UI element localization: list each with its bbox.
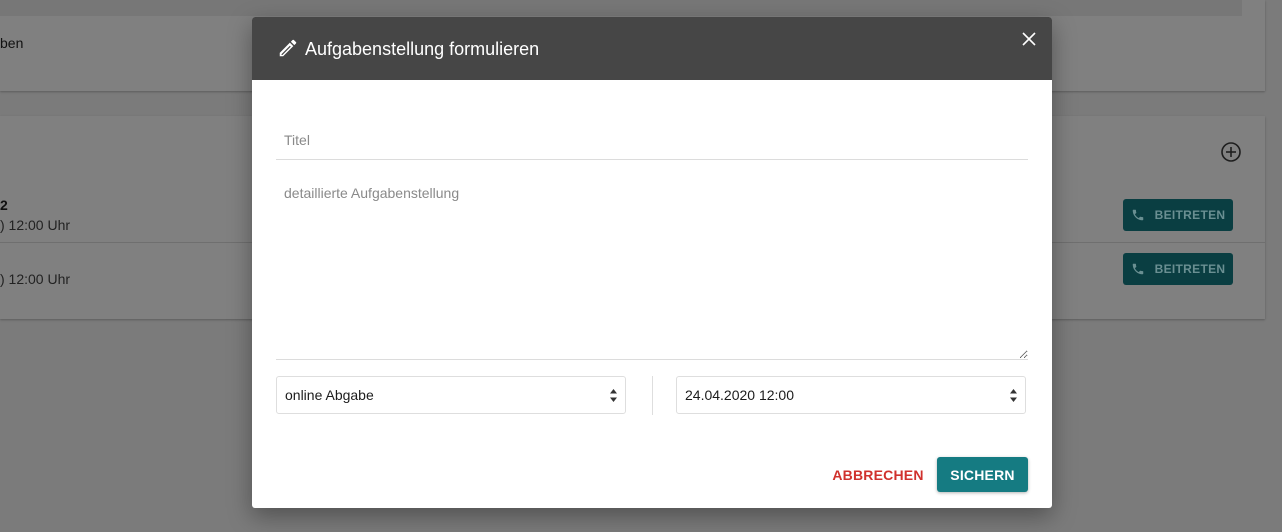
cancel-button[interactable]: ABBRECHEN: [830, 457, 926, 492]
description-textarea[interactable]: [276, 177, 1028, 359]
close-icon[interactable]: [1019, 29, 1039, 49]
dialog-title: Aufgabenstellung formulieren: [305, 39, 540, 59]
background-session-title: 2: [0, 197, 8, 213]
due-date-value: 24.04.2020 12:00: [685, 387, 794, 403]
background-session-time: ) 12:00 Uhr: [0, 217, 71, 233]
pencil-icon: [279, 39, 297, 57]
join-button[interactable]: BEITRETEN: [1123, 253, 1233, 285]
join-button[interactable]: BEITRETEN: [1123, 199, 1233, 231]
background-session-time: ) 12:00 Uhr: [0, 271, 71, 287]
title-input[interactable]: [276, 120, 1028, 159]
select-arrows-icon: [610, 389, 617, 402]
select-arrows-icon: [1010, 389, 1017, 402]
add-circle-icon[interactable]: [1220, 141, 1242, 163]
task-dialog: Aufgabenstellung formulieren online Abga…: [252, 17, 1052, 508]
submission-type-select[interactable]: online Abgabe: [276, 376, 626, 414]
phone-icon: [1132, 263, 1143, 275]
phone-icon: [1132, 209, 1143, 221]
due-date-select[interactable]: 24.04.2020 12:00: [676, 376, 1026, 414]
description-field-wrapper: [276, 177, 1028, 360]
save-button[interactable]: SICHERN: [937, 457, 1028, 492]
join-button-label: BEITRETEN: [1154, 208, 1226, 222]
background-strip: [0, 0, 1242, 16]
submission-type-value: online Abgabe: [285, 387, 374, 403]
background-text: ben: [0, 35, 24, 51]
join-button-label: BEITRETEN: [1154, 262, 1226, 276]
select-divider: [652, 376, 653, 415]
dialog-header: Aufgabenstellung formulieren: [252, 17, 1052, 80]
title-field-wrapper: [276, 120, 1028, 160]
